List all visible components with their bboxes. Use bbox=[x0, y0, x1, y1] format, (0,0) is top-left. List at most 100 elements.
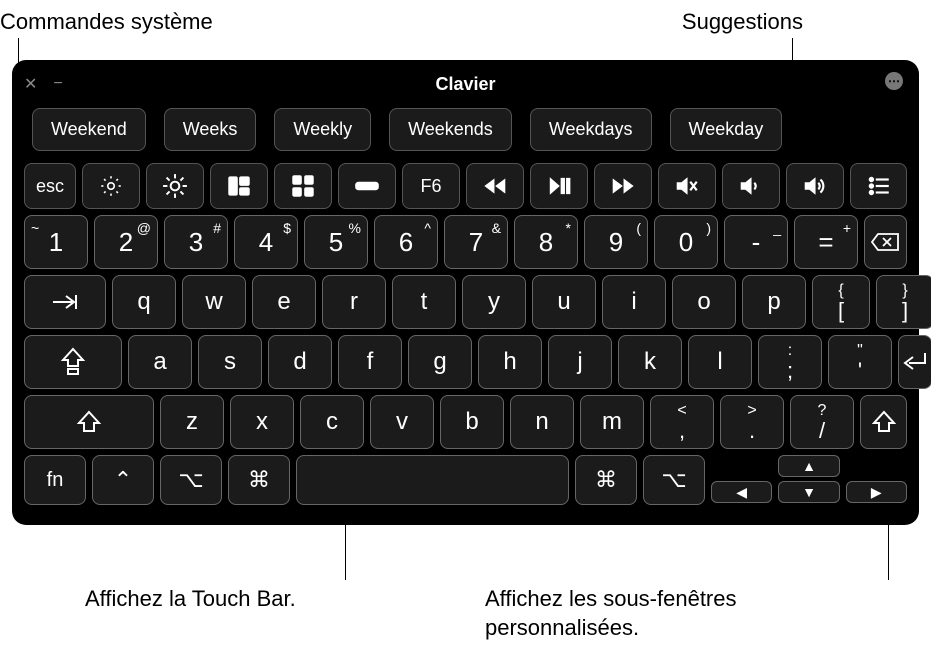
suggestion-pill[interactable]: Weekend bbox=[32, 108, 146, 151]
volume-up-icon[interactable] bbox=[786, 163, 844, 209]
key-s[interactable]: s bbox=[198, 335, 262, 389]
key-f6[interactable]: F6 bbox=[402, 163, 460, 209]
key-command-right[interactable]: ⌘ bbox=[575, 455, 637, 505]
key-arrow-left[interactable]: ◀ bbox=[711, 481, 772, 503]
suggestion-pill[interactable]: Weekday bbox=[670, 108, 783, 151]
key-x[interactable]: x bbox=[230, 395, 294, 449]
key-f[interactable]: f bbox=[338, 335, 402, 389]
key-q[interactable]: q bbox=[112, 275, 176, 329]
callout-custom-panels: Affichez les sous-fenêtres personnalisée… bbox=[485, 585, 737, 642]
callout-custom-panels-l1: Affichez les sous-fenêtres bbox=[485, 586, 737, 611]
key-backspace[interactable] bbox=[864, 215, 907, 269]
key-4[interactable]: $4 bbox=[234, 215, 298, 269]
key-2[interactable]: @2 bbox=[94, 215, 158, 269]
volume-down-icon[interactable] bbox=[722, 163, 780, 209]
key-i[interactable]: i bbox=[602, 275, 666, 329]
key-command-left[interactable]: ⌘ bbox=[228, 455, 290, 505]
mission-control-icon[interactable] bbox=[210, 163, 268, 209]
key-minus[interactable]: _- bbox=[724, 215, 788, 269]
callout-system-commands: Commandes système bbox=[0, 8, 213, 37]
key-esc[interactable]: esc bbox=[24, 163, 76, 209]
key-quote[interactable]: "' bbox=[828, 335, 892, 389]
key-period[interactable]: >. bbox=[720, 395, 784, 449]
key-arrow-right[interactable]: ▶ bbox=[846, 481, 907, 503]
key-j[interactable]: j bbox=[548, 335, 612, 389]
suggestion-pill[interactable]: Weekly bbox=[274, 108, 371, 151]
key-slash[interactable]: ?/ bbox=[790, 395, 854, 449]
show-panels-icon[interactable] bbox=[850, 163, 907, 209]
qwerty-row: q w e r t y u i o p {[ }] |\ bbox=[24, 275, 907, 329]
key-l[interactable]: l bbox=[688, 335, 752, 389]
key-c[interactable]: c bbox=[300, 395, 364, 449]
key-right-bracket[interactable]: }] bbox=[876, 275, 931, 329]
function-row: esc F6 bbox=[24, 163, 907, 209]
key-8[interactable]: *8 bbox=[514, 215, 578, 269]
key-6[interactable]: ^6 bbox=[374, 215, 438, 269]
suggestion-pill[interactable]: Weeks bbox=[164, 108, 257, 151]
key-option-right[interactable]: ⌥ bbox=[643, 455, 705, 505]
key-shift-right[interactable] bbox=[860, 395, 907, 449]
key-e[interactable]: e bbox=[252, 275, 316, 329]
key-m[interactable]: m bbox=[580, 395, 644, 449]
key-return[interactable] bbox=[898, 335, 931, 389]
arrow-cluster: ◀ ▲ ▼ ▶ bbox=[711, 455, 907, 505]
key-u[interactable]: u bbox=[532, 275, 596, 329]
key-y[interactable]: y bbox=[462, 275, 526, 329]
key-g[interactable]: g bbox=[408, 335, 472, 389]
key-h[interactable]: h bbox=[478, 335, 542, 389]
key-n[interactable]: n bbox=[510, 395, 574, 449]
callout-touchbar: Affichez la Touch Bar. bbox=[85, 585, 296, 614]
key-option-left[interactable]: ⌥ bbox=[160, 455, 222, 505]
key-0[interactable]: )0 bbox=[654, 215, 718, 269]
brightness-up-icon[interactable] bbox=[146, 163, 204, 209]
suggestion-pill[interactable]: Weekdays bbox=[530, 108, 652, 151]
key-comma[interactable]: <, bbox=[650, 395, 714, 449]
key-p[interactable]: p bbox=[742, 275, 806, 329]
key-3[interactable]: #3 bbox=[164, 215, 228, 269]
key-9[interactable]: (9 bbox=[584, 215, 648, 269]
key-fn[interactable]: fn bbox=[24, 455, 86, 505]
key-space[interactable] bbox=[296, 455, 569, 505]
key-a[interactable]: a bbox=[128, 335, 192, 389]
brightness-down-icon[interactable] bbox=[82, 163, 140, 209]
play-pause-icon[interactable] bbox=[530, 163, 588, 209]
arrow-spacer bbox=[846, 455, 907, 477]
key-t[interactable]: t bbox=[392, 275, 456, 329]
rewind-icon[interactable] bbox=[466, 163, 524, 209]
suggestions-row: Weekend Weeks Weekly Weekends Weekdays W… bbox=[24, 108, 907, 151]
key-control[interactable]: ⌃ bbox=[92, 455, 154, 505]
number-row: ~1 @2 #3 $4 %5 ^6 &7 *8 (9 )0 _- += bbox=[24, 215, 907, 269]
callout-custom-panels-l2: personnalisées. bbox=[485, 615, 639, 640]
key-d[interactable]: d bbox=[268, 335, 332, 389]
modifier-row: fn ⌃ ⌥ ⌘ ⌘ ⌥ ◀ ▲ ▼ ▶ bbox=[24, 455, 907, 505]
more-options-icon[interactable]: ⋯ bbox=[885, 72, 903, 90]
show-touchbar-icon[interactable] bbox=[338, 163, 396, 209]
key-semicolon[interactable]: :; bbox=[758, 335, 822, 389]
key-o[interactable]: o bbox=[672, 275, 736, 329]
key-7[interactable]: &7 bbox=[444, 215, 508, 269]
mute-icon[interactable] bbox=[658, 163, 716, 209]
key-5[interactable]: %5 bbox=[304, 215, 368, 269]
home-row: a s d f g h j k l :; "' bbox=[24, 335, 907, 389]
key-w[interactable]: w bbox=[182, 275, 246, 329]
fast-forward-icon[interactable] bbox=[594, 163, 652, 209]
key-1[interactable]: ~1 bbox=[24, 215, 88, 269]
key-arrow-up[interactable]: ▲ bbox=[778, 455, 839, 477]
key-v[interactable]: v bbox=[370, 395, 434, 449]
accessibility-keyboard-window: ✕ − Clavier ⋯ Weekend Weeks Weekly Weeke… bbox=[12, 60, 919, 525]
key-shift-left[interactable] bbox=[24, 395, 154, 449]
suggestion-pill[interactable]: Weekends bbox=[389, 108, 512, 151]
arrow-spacer bbox=[711, 455, 772, 477]
launchpad-icon[interactable] bbox=[274, 163, 332, 209]
key-equals[interactable]: += bbox=[794, 215, 858, 269]
key-b[interactable]: b bbox=[440, 395, 504, 449]
titlebar: ✕ − Clavier ⋯ bbox=[24, 70, 907, 98]
bottom-letter-row: z x c v b n m <, >. ?/ bbox=[24, 395, 907, 449]
key-left-bracket[interactable]: {[ bbox=[812, 275, 870, 329]
key-capslock[interactable] bbox=[24, 335, 122, 389]
key-tab[interactable] bbox=[24, 275, 106, 329]
key-k[interactable]: k bbox=[618, 335, 682, 389]
key-z[interactable]: z bbox=[160, 395, 224, 449]
key-r[interactable]: r bbox=[322, 275, 386, 329]
key-arrow-down[interactable]: ▼ bbox=[778, 481, 839, 503]
